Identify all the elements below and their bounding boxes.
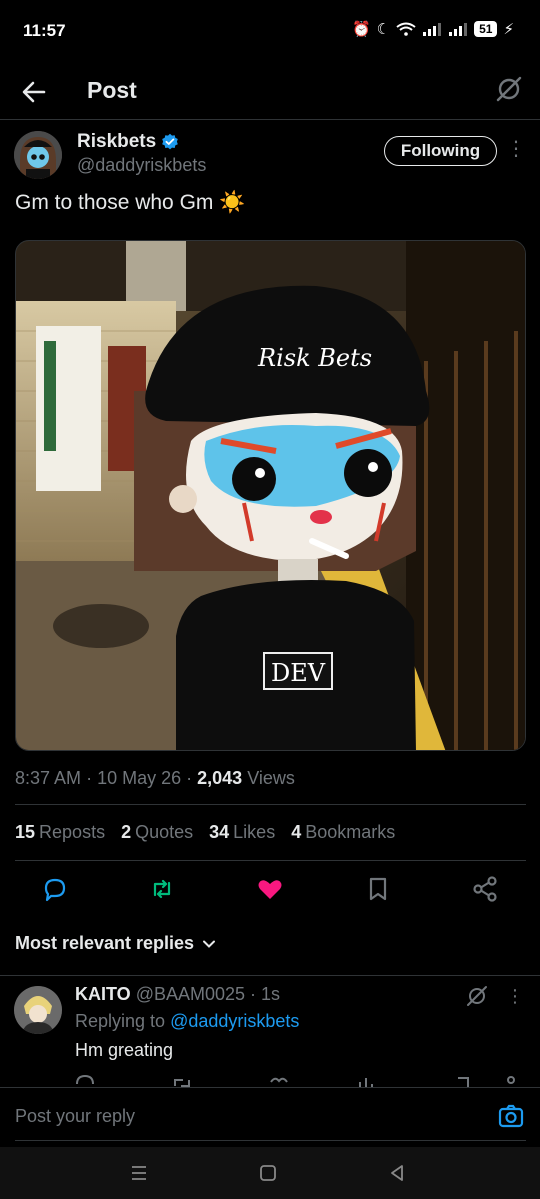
alarm-icon: ⏰ xyxy=(351,21,371,38)
battery-indicator: 51 xyxy=(474,21,498,37)
status-time: 11:57 xyxy=(23,21,66,40)
chevron-down-icon xyxy=(203,940,216,948)
cap-text: Risk Bets xyxy=(257,344,372,372)
verified-badge-icon xyxy=(162,133,179,150)
reply-header: KAITO @BAAM0025 · 1s xyxy=(75,984,280,1005)
post-stats: 15 Reposts 2 Quotes 34 Likes 4 Bookmarks xyxy=(15,822,395,843)
reply-views-icon xyxy=(359,1078,373,1087)
grok-icon[interactable] xyxy=(494,74,524,104)
post-time: 8:37 AM xyxy=(15,768,82,788)
post-text-body: Gm to those who Gm xyxy=(15,191,214,214)
replying-to: Replying to @daddyriskbets xyxy=(75,1011,299,1032)
reply-author-handle[interactable]: @BAAM0025 xyxy=(136,984,245,1004)
composer-underline xyxy=(15,1140,526,1141)
shirt-text: DEV xyxy=(271,659,326,687)
reply-bookmark-icon xyxy=(458,1077,469,1087)
views-label: Views xyxy=(247,768,295,788)
replies-sort-dropdown[interactable]: Most relevant replies xyxy=(15,933,216,954)
post-actions xyxy=(0,868,540,908)
page-title: Post xyxy=(87,77,137,103)
reply-like-icon xyxy=(270,1077,288,1083)
charging-icon: ⚡ xyxy=(503,21,514,38)
author-handle[interactable]: @daddyriskbets xyxy=(77,155,206,176)
stat-likes[interactable]: 34 Likes xyxy=(209,822,275,843)
post-date: 10 May 26 xyxy=(97,768,182,788)
status-icons: ⏰ ☾ 51 ⚡ xyxy=(352,20,514,38)
divider xyxy=(15,804,526,805)
meta-separator: · xyxy=(86,768,98,788)
status-bar: 11:57 ⏰ ☾ 51 ⚡ xyxy=(0,0,540,62)
stat-bookmarks[interactable]: 4 Bookmarks xyxy=(291,822,395,843)
top-app-bar: Post xyxy=(0,62,540,120)
repost-icon[interactable] xyxy=(147,874,177,904)
signal-icon xyxy=(423,23,442,36)
following-button[interactable]: Following xyxy=(384,136,497,166)
reply-icon[interactable] xyxy=(40,874,70,904)
replying-to-mention[interactable]: @daddyriskbets xyxy=(170,1011,299,1031)
author-name-text: Riskbets xyxy=(77,131,157,152)
grok-icon[interactable] xyxy=(465,984,489,1008)
system-nav-bar xyxy=(0,1147,540,1199)
post-image[interactable]: Risk Bets DEV xyxy=(15,240,526,751)
back-arrow-icon[interactable] xyxy=(18,76,50,108)
bookmark-icon[interactable] xyxy=(363,874,393,904)
post-author: Riskbets @daddyriskbets Following ⋮ xyxy=(0,128,540,182)
replies-sort-label: Most relevant replies xyxy=(15,933,195,953)
recent-apps-icon[interactable] xyxy=(127,1161,151,1185)
reply-more-options-icon[interactable]: ⋮ xyxy=(506,986,524,1007)
sun-emoji-icon: ☀️ xyxy=(219,191,246,214)
camera-icon[interactable] xyxy=(498,1104,524,1130)
reply-time: · 1s xyxy=(250,984,281,1004)
like-icon[interactable] xyxy=(255,874,285,904)
home-icon[interactable] xyxy=(256,1161,280,1185)
author-name[interactable]: Riskbets xyxy=(77,131,179,153)
reply-reply-icon xyxy=(76,1074,94,1085)
moon-icon: ☾ xyxy=(376,21,391,38)
stat-reposts[interactable]: 15 Reposts xyxy=(15,822,105,843)
reply-author-name[interactable]: KAITO xyxy=(75,984,131,1004)
reply-input[interactable] xyxy=(15,1106,455,1127)
reply-avatar[interactable] xyxy=(14,986,62,1034)
meta-separator-2: · xyxy=(186,768,198,788)
signal-icon-2 xyxy=(449,23,468,36)
replying-to-prefix: Replying to xyxy=(75,1011,166,1031)
post-text: Gm to those who Gm ☀️ xyxy=(15,191,245,215)
reply-composer xyxy=(0,1087,540,1147)
reply-text: Hm greating xyxy=(75,1040,174,1060)
reply-item[interactable]: KAITO @BAAM0025 · 1s ⋮ Replying to @dadd… xyxy=(0,975,540,1087)
wifi-icon xyxy=(396,22,416,36)
post-image-illustration: Risk Bets DEV xyxy=(16,241,525,750)
author-avatar[interactable] xyxy=(14,131,62,179)
views-count[interactable]: 2,043 xyxy=(197,768,242,788)
more-options-icon[interactable]: ⋮ xyxy=(506,138,526,164)
post-meta: 8:37 AM · 10 May 26 · 2,043 Views xyxy=(15,768,295,789)
reply-repost-icon xyxy=(174,1079,190,1087)
stat-quotes[interactable]: 2 Quotes xyxy=(121,822,193,843)
reply-actions xyxy=(76,1074,515,1087)
back-nav-icon[interactable] xyxy=(385,1161,409,1185)
share-icon[interactable] xyxy=(470,874,500,904)
reply-share-icon xyxy=(507,1076,515,1084)
divider xyxy=(15,860,526,861)
